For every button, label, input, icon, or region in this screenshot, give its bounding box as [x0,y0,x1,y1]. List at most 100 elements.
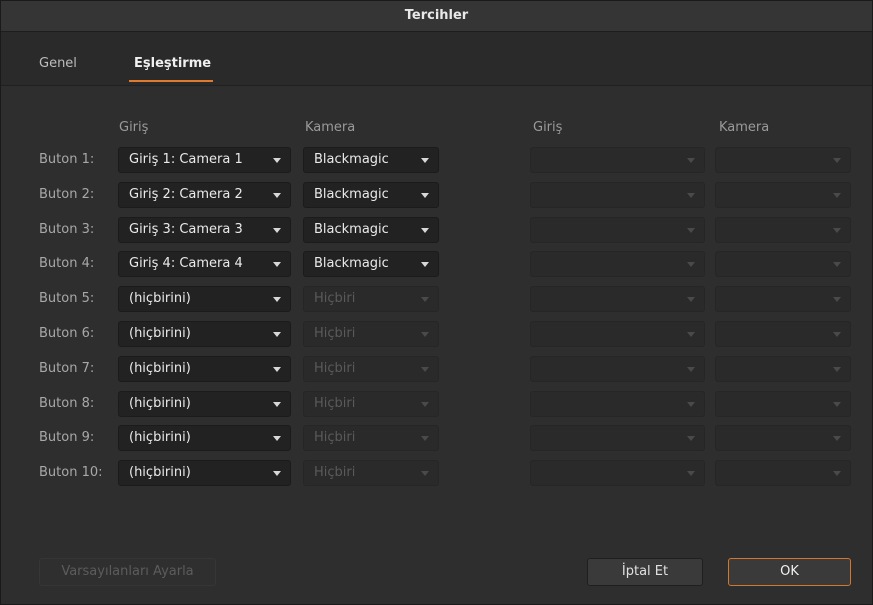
camera-dropdown-value: Hiçbiri [314,291,356,306]
row-label: Buton 8: [39,396,95,411]
input-dropdown-value: (hiçbirini) [129,430,191,445]
chevron-down-icon [421,297,429,302]
chevron-down-icon [421,367,429,372]
right-input-dropdown [530,356,705,382]
cancel-button[interactable]: İptal Et [587,558,703,586]
input-dropdown[interactable]: Giriş 3: Camera 3 [118,217,291,243]
input-dropdown[interactable]: Giriş 4: Camera 4 [118,251,291,277]
chevron-down-icon [273,402,281,407]
row-label: Buton 7: [39,361,95,376]
chevron-down-icon [421,158,429,163]
preferences-window: Tercihler Genel Eşleştirme Giriş Kamera … [0,0,873,605]
chevron-down-icon [421,402,429,407]
camera-dropdown[interactable]: Blackmagic [303,182,439,208]
column-header-input-left: Giriş [119,120,149,135]
chevron-down-icon [273,332,281,337]
camera-dropdown-value: Hiçbiri [314,326,356,341]
chevron-down-icon [833,367,841,372]
row-label: Buton 2: [39,187,95,202]
input-dropdown[interactable]: (hiçbirini) [118,286,291,312]
camera-dropdown-value: Hiçbiri [314,396,356,411]
input-dropdown-value: Giriş 2: Camera 2 [129,187,243,202]
camera-dropdown-value: Blackmagic [314,256,389,271]
row-label: Buton 1: [39,152,95,167]
right-input-dropdown [530,391,705,417]
row-label: Buton 5: [39,291,95,306]
ok-button[interactable]: OK [728,558,851,586]
chevron-down-icon [833,332,841,337]
input-dropdown[interactable]: (hiçbirini) [118,356,291,382]
right-camera-dropdown [715,147,851,173]
right-input-dropdown [530,460,705,486]
chevron-down-icon [421,471,429,476]
chevron-down-icon [421,193,429,198]
chevron-down-icon [687,262,695,267]
right-camera-dropdown [715,286,851,312]
input-dropdown[interactable]: (hiçbirini) [118,425,291,451]
input-dropdown-value: (hiçbirini) [129,361,191,376]
camera-dropdown: Hiçbiri [303,391,439,417]
right-camera-dropdown [715,217,851,243]
set-defaults-button[interactable]: Varsayılanları Ayarla [39,558,216,586]
camera-dropdown[interactable]: Blackmagic [303,251,439,277]
chevron-down-icon [833,402,841,407]
row-label: Buton 10: [39,465,103,480]
row-label: Buton 4: [39,256,95,271]
chevron-down-icon [833,297,841,302]
input-dropdown-value: Giriş 4: Camera 4 [129,256,243,271]
camera-dropdown-value: Blackmagic [314,152,389,167]
right-camera-dropdown [715,251,851,277]
input-dropdown-value: (hiçbirini) [129,291,191,306]
right-camera-dropdown [715,182,851,208]
camera-dropdown: Hiçbiri [303,425,439,451]
row-label: Buton 3: [39,222,95,237]
chevron-down-icon [687,402,695,407]
right-input-dropdown [530,425,705,451]
right-camera-dropdown [715,356,851,382]
right-input-dropdown [530,251,705,277]
camera-dropdown[interactable]: Blackmagic [303,217,439,243]
chevron-down-icon [273,471,281,476]
window-title: Tercihler [1,1,872,32]
chevron-down-icon [687,228,695,233]
right-camera-dropdown [715,321,851,347]
input-dropdown[interactable]: Giriş 1: Camera 1 [118,147,291,173]
input-dropdown-value: (hiçbirini) [129,396,191,411]
input-dropdown-value: Giriş 3: Camera 3 [129,222,243,237]
chevron-down-icon [833,228,841,233]
input-dropdown[interactable]: (hiçbirini) [118,391,291,417]
row-label: Buton 9: [39,430,95,445]
tab-mapping[interactable]: Eşleştirme [134,56,211,71]
camera-dropdown: Hiçbiri [303,286,439,312]
right-camera-dropdown [715,460,851,486]
input-dropdown-value: (hiçbirini) [129,326,191,341]
right-input-dropdown [530,147,705,173]
chevron-down-icon [421,436,429,441]
right-input-dropdown [530,217,705,243]
chevron-down-icon [687,332,695,337]
chevron-down-icon [833,471,841,476]
chevron-down-icon [273,297,281,302]
input-dropdown[interactable]: (hiçbirini) [118,460,291,486]
column-header-camera-right: Kamera [719,120,770,135]
camera-dropdown-value: Hiçbiri [314,361,356,376]
chevron-down-icon [687,297,695,302]
chevron-down-icon [833,193,841,198]
right-input-dropdown [530,286,705,312]
tab-bar: Genel Eşleştirme [1,32,872,86]
right-input-dropdown [530,321,705,347]
camera-dropdown-value: Hiçbiri [314,465,356,480]
camera-dropdown[interactable]: Blackmagic [303,147,439,173]
tab-general[interactable]: Genel [39,56,77,71]
camera-dropdown-value: Blackmagic [314,222,389,237]
chevron-down-icon [687,471,695,476]
active-tab-indicator [129,80,213,82]
chevron-down-icon [421,332,429,337]
chevron-down-icon [273,193,281,198]
chevron-down-icon [687,193,695,198]
input-dropdown[interactable]: Giriş 2: Camera 2 [118,182,291,208]
chevron-down-icon [273,367,281,372]
column-header-input-right: Giriş [533,120,563,135]
input-dropdown[interactable]: (hiçbirini) [118,321,291,347]
camera-dropdown-value: Blackmagic [314,187,389,202]
